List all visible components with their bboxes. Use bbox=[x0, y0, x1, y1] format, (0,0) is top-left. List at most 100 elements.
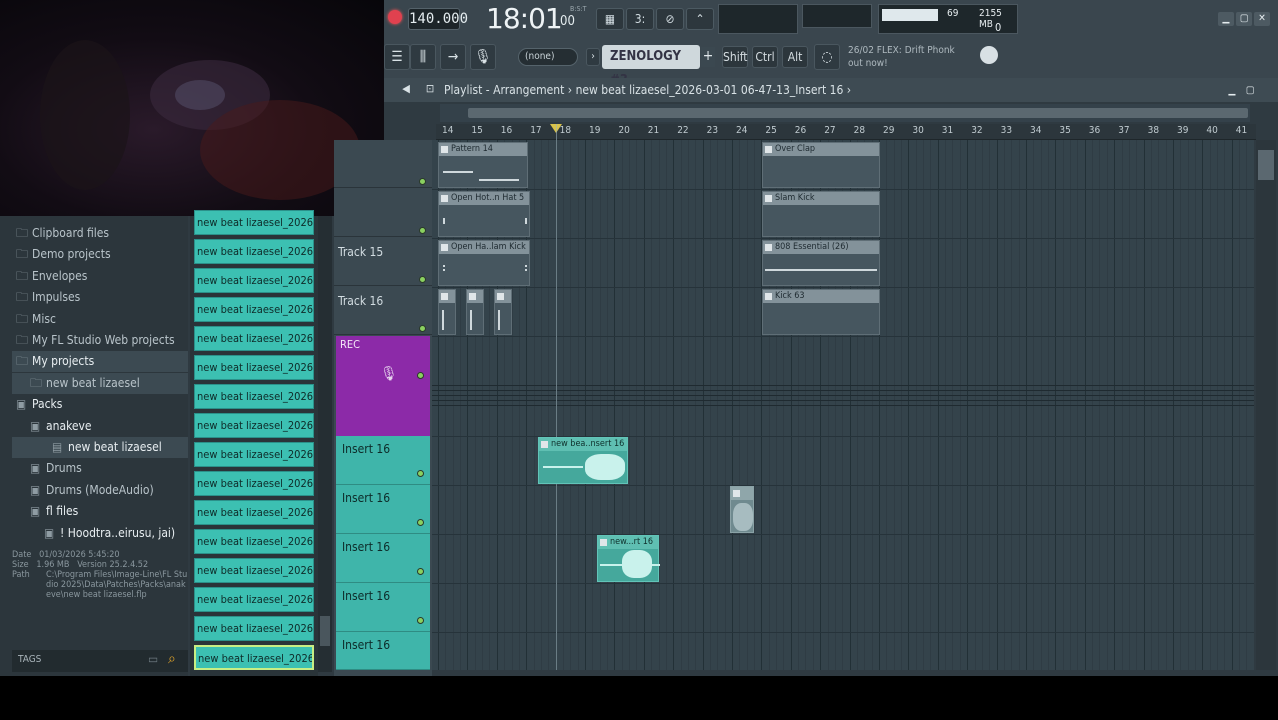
track-active-led[interactable] bbox=[417, 617, 424, 624]
ruler-bar-number[interactable]: 35 bbox=[1059, 125, 1070, 136]
file-list-item[interactable]: new beat lizaesel_2026- bbox=[194, 384, 314, 409]
microphone-icon[interactable]: 🎙 bbox=[470, 44, 496, 70]
track-active-led[interactable] bbox=[419, 227, 426, 234]
browser-item[interactable]: 🗀 Envelopes bbox=[12, 266, 188, 287]
browser-item[interactable]: ▣ Drums (ModeAudio) bbox=[12, 480, 188, 501]
browser-item[interactable]: ▣ ! Hoodtra..eirusu, jai) bbox=[12, 523, 188, 544]
news-knob-icon[interactable] bbox=[980, 46, 998, 64]
alt-key[interactable]: Alt bbox=[782, 46, 808, 68]
news-icon[interactable]: ◌ bbox=[814, 44, 840, 70]
ruler-bar-number[interactable]: 30 bbox=[912, 125, 923, 136]
scrollbar-thumb[interactable] bbox=[1258, 150, 1274, 180]
ruler-bar-number[interactable]: 25 bbox=[765, 125, 776, 136]
browser-item[interactable]: 🗀 Impulses bbox=[12, 287, 188, 308]
track-active-led[interactable] bbox=[419, 178, 426, 185]
shift-key[interactable]: Shift bbox=[722, 46, 748, 68]
plugin-select[interactable]: ZENOLOGY #3 bbox=[602, 45, 700, 88]
ruler-bar-number[interactable]: 29 bbox=[883, 125, 894, 136]
ruler-bar-number[interactable]: 38 bbox=[1148, 125, 1159, 136]
pattern-clip[interactable]: 808 Essential (26) bbox=[762, 240, 880, 286]
wait-icon[interactable]: ⊘ bbox=[656, 8, 684, 30]
scrollbar-thumb[interactable] bbox=[468, 108, 1248, 118]
ruler-bar-number[interactable]: 17 bbox=[530, 125, 541, 136]
ruler-bar-number[interactable]: 41 bbox=[1236, 125, 1247, 136]
browser-item[interactable]: 🗀 Misc bbox=[12, 309, 188, 330]
minimize-button[interactable]: ▁ bbox=[1218, 12, 1234, 26]
playhead-line[interactable] bbox=[556, 124, 557, 670]
file-list-item[interactable]: new beat lizaesel_2026- bbox=[194, 355, 314, 380]
browser-item[interactable]: ▣ Drums bbox=[12, 458, 188, 479]
pattern-clip[interactable]: Kick 63 bbox=[762, 289, 880, 335]
pattern-clip[interactable] bbox=[438, 289, 456, 335]
file-list-scrollbar[interactable] bbox=[318, 216, 332, 672]
mixer-sliders-icon[interactable]: ☰ bbox=[384, 44, 410, 70]
ruler-bar-number[interactable]: 19 bbox=[589, 125, 600, 136]
track-header-insert[interactable]: Insert 16 bbox=[336, 632, 430, 670]
pattern-clip[interactable]: Open Hot..n Hat 5 bbox=[438, 191, 530, 237]
ruler-bar-number[interactable]: 26 bbox=[795, 125, 806, 136]
timeline-ruler[interactable]: 14 15 16 17 18 19 20 21 22 23 24 25 26 27 28 29 30 31 32 33… bbox=[436, 124, 1256, 140]
track-active-led[interactable] bbox=[417, 372, 424, 379]
pattern-clip[interactable]: Open Ha..lam Kick bbox=[438, 240, 530, 286]
file-list-item[interactable]: new beat lizaesel_2026- bbox=[194, 529, 314, 554]
scrollbar-thumb[interactable] bbox=[320, 616, 330, 646]
ruler-bar-number[interactable]: 14 bbox=[442, 125, 453, 136]
browser-item[interactable]: 🗀 My projects bbox=[12, 351, 188, 373]
mixer-icon[interactable]: ⫼ bbox=[410, 44, 436, 70]
speaker-icon[interactable]: ◀ bbox=[398, 82, 414, 98]
news-panel[interactable]: 26/02 FLEX: Drift Phonk out now! bbox=[848, 44, 988, 70]
ruler-bar-number[interactable]: 36 bbox=[1089, 125, 1100, 136]
search-icon[interactable]: ⌕ bbox=[168, 651, 176, 667]
ruler-bar-number[interactable]: 20 bbox=[618, 125, 629, 136]
maximize-button[interactable]: ▢ bbox=[1236, 12, 1252, 26]
ruler-bar-number[interactable]: 15 bbox=[471, 125, 482, 136]
ruler-bar-number[interactable]: 32 bbox=[971, 125, 982, 136]
playlist-vertical-scrollbar[interactable] bbox=[1256, 140, 1276, 670]
track-header-insert[interactable]: Insert 16 bbox=[336, 485, 430, 534]
add-plugin-button[interactable]: + bbox=[701, 47, 715, 67]
arrow-left-icon[interactable]: › bbox=[586, 48, 600, 66]
microphone-icon[interactable]: 🎙 bbox=[380, 366, 398, 382]
track-active-led[interactable] bbox=[419, 325, 426, 332]
ruler-bar-number[interactable]: 31 bbox=[942, 125, 953, 136]
playlist-maximize-button[interactable]: ▢ bbox=[1242, 84, 1258, 98]
pattern-clip[interactable]: Pattern 14 bbox=[438, 142, 528, 188]
ruler-bar-number[interactable]: 33 bbox=[1001, 125, 1012, 136]
arrow-right-icon[interactable]: → bbox=[440, 44, 466, 70]
file-list-item[interactable]: new beat lizaesel_2026- bbox=[194, 413, 314, 438]
file-list-item[interactable]: new beat lizaesel_2026- bbox=[194, 558, 314, 583]
audio-clip[interactable] bbox=[730, 486, 754, 533]
pattern-clip[interactable]: Over Clap bbox=[762, 142, 880, 188]
file-list-item[interactable]: new beat lizaesel_2026- bbox=[194, 210, 314, 235]
track-active-led[interactable] bbox=[417, 470, 424, 477]
file-list-item[interactable]: new beat lizaesel_2026- bbox=[194, 442, 314, 467]
metronome-icon[interactable]: ⌃ bbox=[686, 8, 714, 30]
ruler-bar-number[interactable]: 40 bbox=[1206, 125, 1217, 136]
audio-clip[interactable]: new bea..nsert 16 bbox=[538, 437, 628, 484]
file-list-item[interactable]: new beat lizaesel_2026- bbox=[194, 326, 314, 351]
file-list-item[interactable]: new beat lizaesel_2026- bbox=[194, 239, 314, 264]
count-in-icon[interactable]: 3: bbox=[626, 8, 654, 30]
ruler-bar-number[interactable]: 16 bbox=[501, 125, 512, 136]
browser-item[interactable]: ▣ Packs bbox=[12, 394, 188, 415]
browser-item[interactable]: ▣ anakeve bbox=[12, 416, 188, 437]
pattern-clip[interactable] bbox=[466, 289, 484, 335]
file-list-item[interactable]: new beat lizaesel_2026- bbox=[194, 268, 314, 293]
file-list-item[interactable]: new beat lizaesel_2026- bbox=[194, 500, 314, 525]
track-header-15[interactable]: Track 15 bbox=[334, 238, 432, 286]
tempo-display[interactable]: 140.000 bbox=[408, 8, 468, 30]
file-list-item[interactable]: new beat lizaesel_2026- bbox=[194, 616, 314, 641]
browser-item[interactable]: ▤ new beat lizaesel bbox=[12, 437, 188, 458]
browser-item[interactable]: ▣ fl files bbox=[12, 501, 188, 522]
file-list-item[interactable]: new beat lizaesel_2026- bbox=[194, 587, 314, 612]
browser-item[interactable]: 🗀 Clipboard files bbox=[12, 223, 188, 244]
playlist-menu-icon[interactable]: ⊡ bbox=[422, 82, 438, 98]
track-active-led[interactable] bbox=[417, 519, 424, 526]
file-list-item[interactable]: new beat lizaesel_2026- bbox=[194, 297, 314, 322]
record-button[interactable] bbox=[388, 10, 402, 24]
track-header-rec[interactable]: REC 🎙 bbox=[336, 336, 430, 436]
file-list-item[interactable]: new beat lizaesel_2026- bbox=[194, 471, 314, 496]
ruler-bar-number[interactable]: 27 bbox=[824, 125, 835, 136]
ctrl-key[interactable]: Ctrl bbox=[752, 46, 778, 68]
ruler-bar-number[interactable]: 21 bbox=[648, 125, 659, 136]
